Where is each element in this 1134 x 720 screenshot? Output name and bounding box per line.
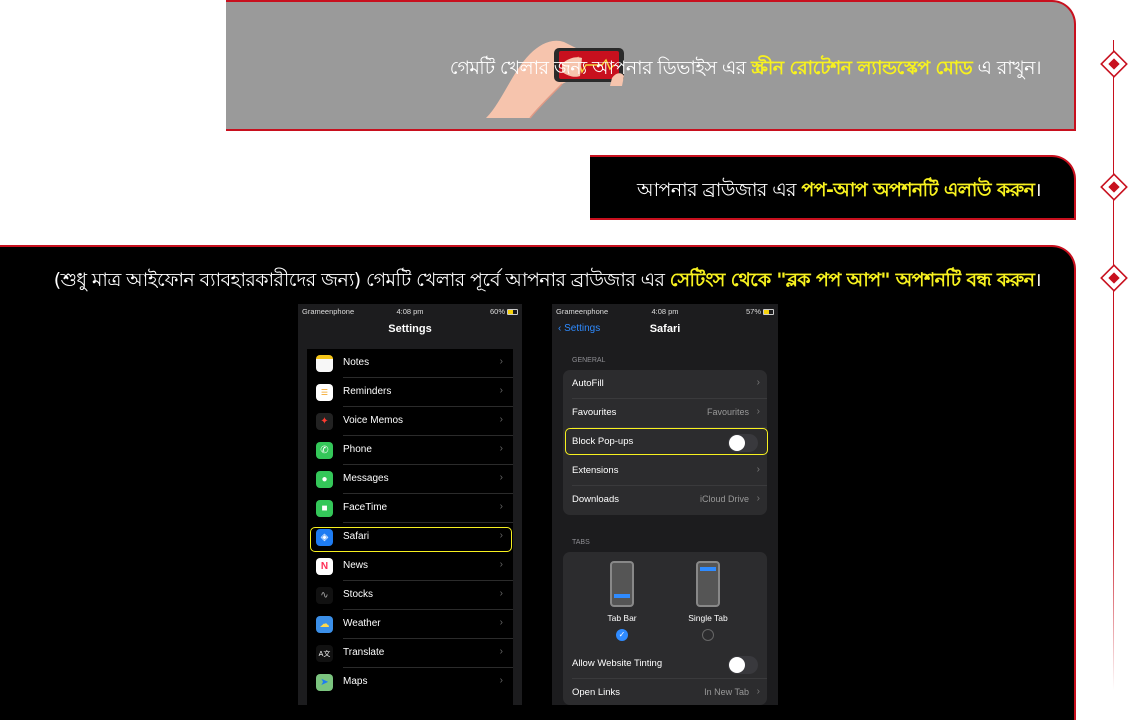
battery-icon bbox=[763, 309, 774, 315]
chevron-right-icon: › bbox=[499, 646, 503, 657]
single-tab-preview[interactable] bbox=[696, 561, 720, 607]
settings-screenshot: Grameenphone 4:08 pm 60% Settings Notes ›… bbox=[298, 304, 522, 705]
tabs-group: Tab Bar Single Tab ✓ Allow Website Tinti… bbox=[563, 552, 767, 705]
reminders-icon: ☰ bbox=[316, 384, 333, 401]
section-header-tabs: TABS bbox=[572, 539, 590, 546]
timeline-line bbox=[1113, 40, 1114, 690]
tab-bar-label: Tab Bar bbox=[607, 613, 637, 623]
chevron-right-icon: › bbox=[499, 385, 503, 396]
chevron-right-icon: › bbox=[756, 493, 760, 504]
settings-row-maps[interactable]: ➤ Maps › bbox=[307, 668, 513, 697]
settings-row-stocks[interactable]: ∿ Stocks › bbox=[307, 581, 513, 610]
website-tinting-toggle[interactable] bbox=[728, 656, 758, 674]
iphone-instruction: (শুধু মাত্র আইফোন ব্যাবহারকারীদের জন্য) … bbox=[53, 269, 1042, 291]
settings-row-messages[interactable]: ● Messages › bbox=[307, 465, 513, 494]
section-header-general: GENERAL bbox=[572, 357, 606, 364]
page-title: Safari bbox=[649, 323, 681, 335]
status-bar: Grameenphone 4:08 pm 57% bbox=[552, 304, 778, 320]
chevron-right-icon: › bbox=[756, 686, 760, 697]
chevron-right-icon: › bbox=[756, 464, 760, 475]
voice-memos-icon: ✦ bbox=[316, 413, 333, 430]
settings-row-weather[interactable]: ☁ Weather › bbox=[307, 610, 513, 639]
chevron-right-icon: › bbox=[499, 588, 503, 599]
safari-settings-screenshot: Grameenphone 4:08 pm 57% ‹ Settings Safa… bbox=[552, 304, 778, 705]
autofill-row[interactable]: AutoFill › bbox=[563, 370, 767, 399]
chevron-right-icon: › bbox=[499, 675, 503, 686]
page: গেমটি খেলার জন্য আপনার ডিভাইস এর স্ক্রীন… bbox=[0, 0, 1134, 720]
popup-highlight: পপ-আপ অপশনটি এলাউ করুন bbox=[801, 179, 1035, 201]
downloads-row[interactable]: Downloads iCloud Drive › bbox=[563, 486, 767, 515]
single-tab-label: Single Tab bbox=[688, 613, 728, 623]
phone-icon: ✆ bbox=[316, 442, 333, 459]
battery-icon bbox=[507, 309, 518, 315]
tab-bar-preview[interactable] bbox=[610, 561, 634, 607]
allow-website-tinting-row[interactable]: Allow Website Tinting bbox=[563, 650, 767, 679]
rotation-highlight: স্ক্রীন রোটেশন ল্যান্ডস্কেপ মোড bbox=[751, 57, 973, 79]
translate-icon: A文 bbox=[316, 645, 333, 662]
popup-instruction: আপনার ব্রাউজার এর পপ-আপ অপশনটি এলাউ করুন… bbox=[636, 179, 1042, 201]
chevron-right-icon: › bbox=[499, 414, 503, 425]
chevron-right-icon: › bbox=[499, 617, 503, 628]
diamond-marker-icon bbox=[1100, 50, 1128, 78]
extensions-row[interactable]: Extensions › bbox=[563, 457, 767, 486]
instruction-card-iphone: (শুধু মাত্র আইফোন ব্যাবহারকারীদের জন্য) … bbox=[0, 245, 1076, 720]
chevron-right-icon: › bbox=[499, 472, 503, 483]
settings-row-news[interactable]: N News › bbox=[307, 552, 513, 581]
chevron-right-icon: › bbox=[756, 377, 760, 388]
settings-row-translate[interactable]: A文 Translate › bbox=[307, 639, 513, 668]
chevron-right-icon: › bbox=[499, 559, 503, 570]
safari-highlight-box bbox=[310, 527, 512, 552]
stocks-icon: ∿ bbox=[316, 587, 333, 604]
settings-row-facetime[interactable]: ■ FaceTime › bbox=[307, 494, 513, 523]
instruction-card-rotation: গেমটি খেলার জন্য আপনার ডিভাইস এর স্ক্রীন… bbox=[226, 0, 1076, 131]
block-popups-highlight-box bbox=[565, 428, 768, 455]
status-bar: Grameenphone 4:08 pm 60% bbox=[298, 304, 522, 320]
maps-icon: ➤ bbox=[316, 674, 333, 691]
battery-indicator: 60% bbox=[490, 307, 518, 316]
messages-icon: ● bbox=[316, 471, 333, 488]
tab-bar-radio-checked[interactable]: ✓ bbox=[616, 629, 628, 641]
settings-row-voice-memos[interactable]: ✦ Voice Memos › bbox=[307, 407, 513, 436]
settings-row-phone[interactable]: ✆ Phone › bbox=[307, 436, 513, 465]
favourites-row[interactable]: Favourites Favourites › bbox=[563, 399, 767, 428]
rotation-instruction: গেমটি খেলার জন্য আপনার ডিভাইস এর স্ক্রীন… bbox=[449, 57, 1042, 79]
chevron-right-icon: › bbox=[499, 501, 503, 512]
news-icon: N bbox=[316, 558, 333, 575]
chevron-right-icon: › bbox=[499, 443, 503, 454]
clock: 4:08 pm bbox=[396, 307, 424, 316]
diamond-marker-icon bbox=[1100, 173, 1128, 201]
chevron-right-icon: › bbox=[499, 356, 503, 367]
facetime-icon: ■ bbox=[316, 500, 333, 517]
diamond-marker-icon bbox=[1100, 264, 1128, 292]
clock: 4:08 pm bbox=[651, 307, 679, 316]
single-tab-radio[interactable] bbox=[702, 629, 714, 641]
iphone-highlight: সেটিংস থেকে "ব্লক পপ আপ" অপশনটি বন্ধ করু… bbox=[669, 269, 1035, 291]
settings-row-reminders[interactable]: ☰ Reminders › bbox=[307, 378, 513, 407]
battery-indicator: 57% bbox=[746, 307, 774, 316]
weather-icon: ☁ bbox=[316, 616, 333, 633]
open-links-row[interactable]: Open Links In New Tab › bbox=[563, 679, 767, 705]
chevron-right-icon: › bbox=[756, 406, 760, 417]
notes-icon bbox=[316, 355, 333, 372]
page-title: Settings bbox=[388, 323, 432, 335]
settings-row-notes[interactable]: Notes › bbox=[307, 349, 513, 378]
instruction-card-popup: আপনার ব্রাউজার এর পপ-আপ অপশনটি এলাউ করুন… bbox=[590, 155, 1076, 220]
